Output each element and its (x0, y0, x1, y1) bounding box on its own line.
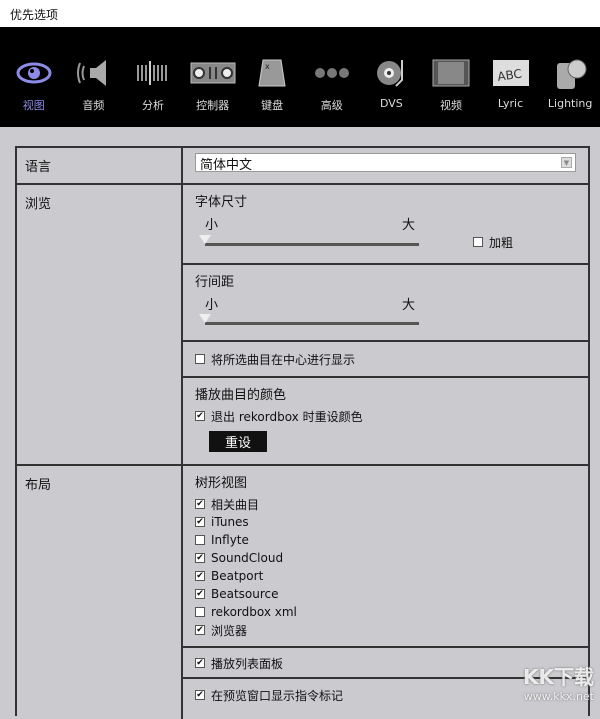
checkbox-box: ✔ (195, 589, 205, 599)
checkbox-box (195, 354, 205, 364)
checkbox-box (195, 535, 205, 545)
line-spacing-title: 行间距 (195, 275, 235, 290)
browse-label: 浏览 (17, 185, 183, 464)
preferences-toolbar: 视图 音频 分析 控制器 x 键盘 高级 DVS 视频 ABC Lyric Lighting (0, 27, 600, 127)
toolbar-tab-eye[interactable]: 视图 (4, 55, 64, 127)
toolbar-tab-label: 控制器 (196, 99, 230, 112)
watermark: KK下载 www.kkx.net (523, 665, 594, 703)
tree-view-item-label: Beatport (211, 569, 264, 583)
tree-view-item-label: SoundCloud (211, 551, 284, 565)
tree-view-item-checkbox[interactable]: ✔ SoundCloud (195, 549, 576, 567)
toolbar-tab-keyboard-key[interactable]: x 键盘 (242, 55, 302, 127)
toolbar-tab-label: 高级 (320, 99, 343, 112)
film-icon (432, 55, 470, 91)
more-dots-icon (314, 55, 350, 91)
svg-text:x: x (265, 62, 270, 71)
layout-row: 布局 树形视图 ✔ 相关曲目 ✔ iTunes Inflyte ✔ SoundCloud ✔ B… (17, 466, 588, 719)
tree-view-item-label: Inflyte (211, 533, 249, 547)
tree-view-item-label: 浏览器 (211, 623, 248, 638)
lighting-icon (553, 55, 587, 91)
font-size-min: 小 (205, 218, 219, 233)
tree-view-item-label: Beatsource (211, 587, 279, 601)
font-size-max: 大 (401, 218, 415, 233)
toolbar-tab-label: 键盘 (261, 99, 284, 112)
tree-view-item-checkbox[interactable]: ✔ iTunes (195, 513, 576, 531)
tree-view-item-label: 相关曲目 (211, 497, 260, 512)
checkbox-box: ✔ (195, 571, 205, 581)
slider-thumb[interactable] (199, 314, 211, 323)
checkbox-box: ✔ (195, 517, 205, 527)
toolbar-tab-label: 分析 (141, 99, 164, 112)
toolbar-tab-speaker[interactable]: 音频 (64, 55, 124, 127)
checkbox-box: ✔ (195, 625, 205, 635)
font-size-slider[interactable] (199, 234, 419, 250)
speaker-icon (76, 55, 110, 91)
eye-icon (16, 55, 52, 91)
toolbar-tab-waveform[interactable]: 分析 (123, 55, 183, 127)
controller-icon (190, 55, 236, 91)
language-label: 语言 (17, 148, 183, 183)
tree-view-item-label: iTunes (211, 515, 249, 529)
line-spacing-max: 大 (401, 298, 415, 313)
checkbox-box: ✔ (195, 690, 205, 700)
language-select[interactable]: 简体中文 ▼ (195, 153, 576, 173)
checkbox-box: ✔ (195, 499, 205, 509)
turntable-icon (376, 55, 406, 91)
language-value: 简体中文 (200, 158, 253, 173)
tree-view-item-checkbox[interactable]: ✔ Beatport (195, 567, 576, 585)
tree-view-item-checkbox[interactable]: ✔ 相关曲目 (195, 495, 576, 513)
tree-view-item-checkbox[interactable]: ✔ 浏览器 (195, 621, 576, 639)
slider-thumb[interactable] (199, 235, 211, 244)
reset-button[interactable]: 重设 (209, 431, 268, 452)
tree-view-title: 树形视图 (195, 476, 248, 491)
checkbox-box: ✔ (195, 553, 205, 563)
toolbar-tab-lighting[interactable]: Lighting (540, 55, 600, 127)
toolbar-tab-label: DVS (379, 97, 403, 110)
reset-on-exit-checkbox[interactable]: ✔ 退出 rekordbox 时重设颜色 (195, 407, 576, 425)
colors-title: 播放曲目的颜色 (195, 388, 287, 403)
chevron-down-icon: ▼ (561, 157, 572, 168)
center-display-checkbox[interactable]: 将所选曲目在中心进行显示 (195, 350, 576, 368)
checkbox-box (195, 607, 205, 617)
playlist-panel-checkbox[interactable]: ✔ 播放列表面板 (195, 654, 576, 672)
abc-icon: ABC (492, 55, 530, 91)
toolbar-tab-turntable[interactable]: DVS (362, 55, 422, 127)
language-row: 语言 简体中文 ▼ (17, 148, 588, 185)
toolbar-tab-label: Lyric (497, 97, 524, 110)
toolbar-tab-controller[interactable]: 控制器 (183, 55, 243, 127)
bold-checkbox[interactable]: 加粗 (473, 233, 513, 251)
checkbox-box (473, 237, 483, 247)
checkbox-box: ✔ (195, 411, 205, 421)
font-size-title: 字体尺寸 (195, 195, 248, 210)
reset-on-exit-label: 退出 rekordbox 时重设颜色 (211, 409, 363, 424)
window-title: 优先选项 (0, 0, 600, 27)
playlist-panel-label: 播放列表面板 (211, 656, 284, 671)
bold-label: 加粗 (489, 235, 514, 250)
preferences-grid: 语言 简体中文 ▼ 浏览 字体尺寸 小大 加粗 行间距 小大 将所选曲目在中心进行… (15, 146, 590, 719)
tree-view-item-checkbox[interactable]: ✔ Beatsource (195, 585, 576, 603)
tree-view-item-label: rekordbox xml (211, 605, 297, 619)
keyboard-key-icon: x (257, 55, 287, 91)
toolbar-tab-label: 视频 (439, 99, 462, 112)
layout-label: 布局 (17, 466, 183, 719)
line-spacing-min: 小 (205, 298, 219, 313)
toolbar-tab-abc[interactable]: ABC Lyric (481, 55, 541, 127)
checkbox-box: ✔ (195, 658, 205, 668)
line-spacing-slider[interactable] (199, 313, 419, 329)
preview-marks-checkbox[interactable]: ✔ 在预览窗口显示指令标记 (195, 686, 576, 704)
tree-view-item-checkbox[interactable]: rekordbox xml (195, 603, 576, 621)
waveform-icon (136, 55, 170, 91)
center-display-label: 将所选曲目在中心进行显示 (211, 352, 356, 367)
preview-marks-label: 在预览窗口显示指令标记 (211, 688, 344, 703)
toolbar-tab-label: 视图 (22, 99, 45, 112)
toolbar-tab-film[interactable]: 视频 (421, 55, 481, 127)
toolbar-tab-label: Lighting (547, 97, 593, 110)
tree-view-item-checkbox[interactable]: Inflyte (195, 531, 576, 549)
browse-row: 浏览 字体尺寸 小大 加粗 行间距 小大 将所选曲目在中心进行显示 播放曲目的颜… (17, 185, 588, 466)
toolbar-tab-label: 音频 (82, 99, 105, 112)
toolbar-tab-more-dots[interactable]: 高级 (302, 55, 362, 127)
